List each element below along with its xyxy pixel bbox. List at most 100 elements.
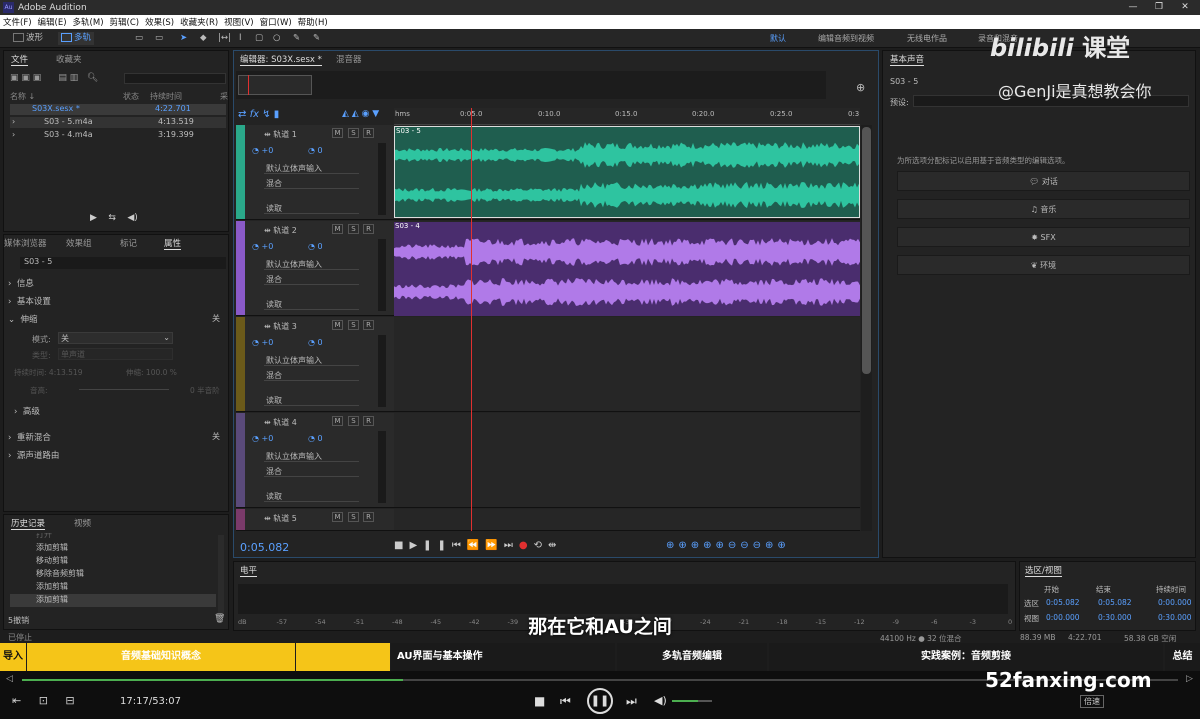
mute-button[interactable]: M xyxy=(332,416,343,426)
tab-video[interactable]: 视频 xyxy=(74,517,91,529)
solo-button[interactable]: S xyxy=(348,320,359,330)
view-duration[interactable]: 0:30.000 xyxy=(1158,613,1192,622)
history-item-current[interactable]: 添加剪辑 xyxy=(10,594,216,607)
maximize-button[interactable]: ❐ xyxy=(1146,0,1172,15)
chapter-au-interface[interactable]: AU界面与基本操作 xyxy=(391,643,615,671)
minimize-button[interactable]: — xyxy=(1120,0,1146,15)
file-row-s03-5[interactable]: › S03 - 5.m4a 4:13.519 xyxy=(10,117,226,128)
tab-properties[interactable]: 属性 xyxy=(164,237,182,250)
slip-tool-icon[interactable]: |↔| xyxy=(215,32,234,45)
pan-knob[interactable]: ◔ 0 xyxy=(308,146,323,155)
player-next-button[interactable]: ⏭ xyxy=(626,694,637,709)
loop-button[interactable]: ⟲ xyxy=(534,540,548,551)
volume-knob[interactable]: ◔ +0 xyxy=(252,242,273,251)
forward-button[interactable]: ⏩ xyxy=(485,540,503,551)
selection-start[interactable]: 0:05.082 xyxy=(1046,598,1080,607)
track-name[interactable]: ⇹ 轨道 3 xyxy=(264,321,297,332)
history-scrollbar[interactable] xyxy=(218,535,224,613)
pause-button[interactable]: ❚❚ xyxy=(423,540,452,551)
close-button[interactable]: ✕ xyxy=(1172,0,1198,15)
pan-knob[interactable]: ◔ 0 xyxy=(308,338,323,347)
solo-button[interactable]: S xyxy=(348,416,359,426)
tab-history[interactable]: 历史记录 xyxy=(11,517,46,530)
stretch-off-toggle[interactable]: 关 xyxy=(212,313,220,324)
tab-levels[interactable]: 电平 xyxy=(240,564,258,577)
menu-effects[interactable]: 效果(S) xyxy=(145,16,174,28)
chapter-multitrack[interactable]: 多轨音频编辑 xyxy=(617,643,767,671)
input-select[interactable]: 默认立体声输入 xyxy=(264,163,359,174)
volume-knob[interactable]: ◔ +0 xyxy=(252,338,273,347)
track-lane-3[interactable] xyxy=(394,317,860,412)
dialogue-button[interactable]: 💬︎ 对话 xyxy=(897,171,1190,191)
output-select[interactable]: 混合 xyxy=(264,274,359,285)
volume-knob[interactable]: ◔ +0 xyxy=(252,434,273,443)
chapter-basics[interactable]: 音频基础知识概念 xyxy=(27,643,295,671)
zoom-navigator-icon[interactable]: ⊕ xyxy=(856,81,865,94)
player-pause-button[interactable]: ❚❚ xyxy=(587,688,613,714)
razor-tool-icon[interactable]: ◆ xyxy=(197,32,210,45)
chapter-basics-2[interactable] xyxy=(296,643,390,671)
track-header-2[interactable]: ⇹ 轨道 2 M S R ◔ +0 ◔ 0 默认立体声输入 混合 读取 xyxy=(236,221,394,316)
tab-selection-view[interactable]: 选区/视图 xyxy=(1025,564,1062,577)
healing-tool-icon[interactable]: ✎ xyxy=(310,32,323,45)
workspace-default[interactable]: 默认 xyxy=(770,32,786,45)
tab-editor[interactable]: 编辑器: S03X.sesx * xyxy=(240,53,322,66)
record-arm-button[interactable]: R xyxy=(363,224,374,234)
time-selection-tool-icon[interactable]: I xyxy=(236,32,245,45)
output-select[interactable]: 混合 xyxy=(264,466,359,477)
player-left-controls[interactable]: ⇤ ⊡ ⊟ xyxy=(12,694,75,707)
workspace-edit-to-video[interactable]: 编辑音频到视频 xyxy=(818,32,874,45)
lasso-tool-icon[interactable]: ○ xyxy=(270,32,283,45)
menu-clip[interactable]: 剪辑(C) xyxy=(110,16,140,28)
menu-edit[interactable]: 编辑(E) xyxy=(38,16,67,28)
selection-duration[interactable]: 0:00.000 xyxy=(1158,598,1192,607)
stop-button[interactable]: ■ xyxy=(394,540,409,551)
player-prev-button[interactable]: ⏮ xyxy=(560,694,571,709)
history-item[interactable]: 打开 xyxy=(10,533,216,542)
solo-button[interactable]: S xyxy=(348,128,359,138)
file-row-s03-4[interactable]: › S03 - 4.m4a 3:19.399 xyxy=(10,130,226,141)
snap-icons[interactable]: ◭ ◭ ◉ ▼ xyxy=(342,109,379,119)
multitrack-view-button[interactable]: 多轨 xyxy=(58,32,95,45)
track-header-5[interactable]: ⇹ 轨道 5 M S R xyxy=(236,509,394,531)
time-ruler[interactable]: hms 0:05.0 0:10.0 0:15.0 0:20.0 0:25.0 0… xyxy=(394,108,860,125)
remix-off-toggle[interactable]: 关 xyxy=(212,431,220,442)
tab-favorites[interactable]: 收藏夹 xyxy=(56,53,82,65)
speed-button[interactable]: 倍速 xyxy=(1080,695,1104,708)
overview-viewport[interactable] xyxy=(238,75,312,95)
menu-view[interactable]: 视图(V) xyxy=(224,16,253,28)
play-button[interactable]: ▶ xyxy=(409,540,423,551)
chapter-next-icon[interactable]: ▷ xyxy=(1186,674,1193,684)
tab-markers[interactable]: 标记 xyxy=(120,237,137,249)
section-remix[interactable]: › 重新混合 xyxy=(8,431,51,443)
tab-files[interactable]: 文件 xyxy=(11,53,29,66)
rewind-button[interactable]: ⏪ xyxy=(467,540,485,551)
track-lane-4[interactable] xyxy=(394,413,860,508)
waveform-view-button[interactable]: 波形 xyxy=(10,32,46,45)
pitch-slider[interactable] xyxy=(79,389,169,390)
solo-button[interactable]: S xyxy=(348,224,359,234)
chapter-prev-icon[interactable]: ◁ xyxy=(6,674,13,684)
input-select[interactable]: 默认立体声输入 xyxy=(264,451,359,462)
playhead[interactable] xyxy=(471,108,472,531)
file-row-session[interactable]: S03X.sesx * 4:22.701 xyxy=(10,104,226,115)
trash-icon[interactable]: 🗑︎ xyxy=(214,614,225,624)
pitch-icon[interactable]: ▭ xyxy=(152,32,166,45)
volume-knob[interactable]: ◔ +0 xyxy=(252,146,273,155)
mute-button[interactable]: M xyxy=(332,128,343,138)
automation-select[interactable]: 读取 xyxy=(264,395,359,406)
file-preview-controls[interactable]: ▶ ⇆ ◀) xyxy=(90,213,138,223)
menu-favorites[interactable]: 收藏夹(R) xyxy=(180,16,218,28)
audio-clip[interactable]: S03 - 4 xyxy=(394,222,860,316)
history-item[interactable]: 添加剪辑 xyxy=(10,542,216,555)
transport-controls[interactable]: ■▶❚❚⏮⏪⏩⏭●⟲⇹ xyxy=(394,540,562,551)
skip-selection-button[interactable]: ⇹ xyxy=(548,540,562,551)
spectral-icon[interactable]: ▭ xyxy=(132,32,146,45)
sfx-button[interactable]: ✸ SFX xyxy=(897,227,1190,247)
history-item[interactable]: 移动剪辑 xyxy=(10,555,216,568)
automation-select[interactable]: 读取 xyxy=(264,299,359,310)
tab-media-browser[interactable]: 媒体浏览器 xyxy=(4,237,47,249)
track-name[interactable]: ⇹ 轨道 4 xyxy=(264,417,297,428)
tracks-scrollbar[interactable] xyxy=(861,125,872,531)
pan-knob[interactable]: ◔ 0 xyxy=(308,434,323,443)
